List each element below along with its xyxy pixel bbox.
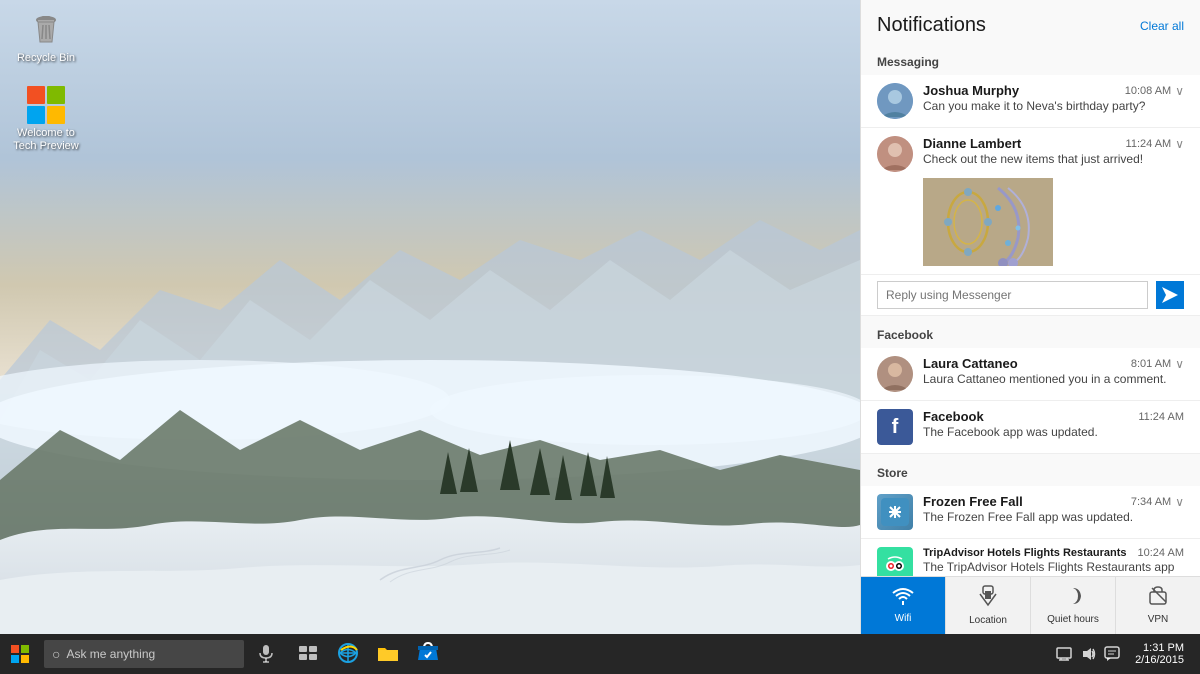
wifi-label: Wifi (895, 613, 912, 624)
quick-action-location[interactable]: Location (946, 577, 1031, 634)
notification-content-facebook: Facebook 11:24 AM The Facebook app was u… (923, 409, 1184, 439)
quick-actions: Wifi Location Quiet hours (861, 576, 1200, 634)
notification-name-joshua: Joshua Murphy (923, 83, 1019, 98)
start-button[interactable] (0, 634, 40, 674)
notification-content-dianne: Dianne Lambert 11:24 AM ∨ Check out the … (923, 136, 1184, 166)
notification-message-facebook: The Facebook app was updated. (923, 425, 1184, 439)
recycle-bin-icon (26, 10, 66, 50)
notification-image-jewelry (923, 178, 1053, 266)
tray-volume-icon[interactable] (1079, 645, 1097, 663)
avatar-joshua (877, 83, 913, 119)
tray-vm-icon[interactable] (1055, 645, 1073, 663)
search-icon: ○ (52, 646, 60, 662)
windows-logo-icon (11, 645, 29, 663)
notification-message-laura: Laura Cattaneo mentioned you in a commen… (923, 372, 1184, 386)
recycle-bin-label: Recycle Bin (17, 52, 75, 65)
facebook-section-header: Facebook (861, 320, 1200, 348)
notification-content-frozen: Frozen Free Fall 7:34 AM ∨ The Frozen Fr… (923, 494, 1184, 524)
welcome-label: Welcome toTech Preview (13, 127, 78, 153)
desktop: Recycle Bin Welcome toTech Preview (0, 0, 860, 634)
taskbar-time: 1:31 PM (1143, 642, 1184, 654)
chevron-dianne: ∨ (1175, 137, 1184, 151)
notification-name-tripadvisor: TripAdvisor Hotels Flights Restaurants (923, 547, 1127, 559)
notification-time-facebook: 11:24 AM (1138, 411, 1184, 423)
chevron-joshua: ∨ (1175, 84, 1184, 98)
notification-item-facebook[interactable]: f Facebook 11:24 AM The Facebook app was… (861, 401, 1200, 454)
chevron-frozen: ∨ (1175, 495, 1184, 509)
notification-content-joshua: Joshua Murphy 10:08 AM ∨ Can you make it… (923, 83, 1184, 113)
reply-send-button[interactable] (1156, 281, 1184, 309)
moon-icon (1063, 586, 1083, 612)
taskbar-app-ie[interactable] (328, 634, 368, 674)
tripadvisor-icon (877, 547, 913, 576)
avatar-dianne (877, 136, 913, 172)
notification-time-laura: 8:01 AM (1131, 358, 1171, 370)
facebook-icon: f (877, 409, 913, 445)
clear-all-button[interactable]: Clear all (1140, 19, 1184, 33)
location-label: Location (969, 615, 1007, 626)
taskbar-tray: 1:31 PM 2/16/2015 (1047, 642, 1200, 666)
search-text: Ask me anything (66, 647, 155, 661)
notification-time-frozen: 7:34 AM (1131, 496, 1171, 508)
reply-row (861, 275, 1200, 316)
notification-body: Messaging Joshua Murphy 10:08 AM ∨ (861, 47, 1200, 576)
desktop-icon-welcome[interactable]: Welcome toTech Preview (10, 85, 82, 153)
taskbar-app-explorer[interactable] (368, 634, 408, 674)
vpn-label: VPN (1148, 614, 1169, 625)
notification-message-frozen: The Frozen Free Fall app was updated. (923, 510, 1184, 524)
notification-content-laura: Laura Cattaneo 8:01 AM ∨ Laura Cattaneo … (923, 356, 1184, 386)
notification-item-laura[interactable]: Laura Cattaneo 8:01 AM ∨ Laura Cattaneo … (861, 348, 1200, 401)
vpn-icon (1147, 586, 1169, 612)
search-bar[interactable]: ○ Ask me anything (44, 640, 244, 668)
quick-action-wifi[interactable]: Wifi (861, 577, 946, 634)
notification-time-tripadvisor: 10:24 AM (1138, 547, 1184, 559)
store-section-header: Store (861, 458, 1200, 486)
notification-time-dianne: 11:24 AM (1126, 138, 1172, 150)
notification-name-laura: Laura Cattaneo (923, 356, 1018, 371)
notification-item-dianne[interactable]: Dianne Lambert 11:24 AM ∨ Check out the … (861, 128, 1200, 275)
quiet-hours-label: Quiet hours (1047, 614, 1099, 625)
tray-messaging-icon[interactable] (1103, 645, 1121, 663)
avatar-laura (877, 356, 913, 392)
taskbar: ○ Ask me anything (0, 634, 1200, 674)
notification-time-joshua: 10:08 AM (1125, 85, 1171, 97)
notification-name-facebook: Facebook (923, 409, 984, 424)
taskbar-date: 2/16/2015 (1135, 654, 1184, 666)
location-icon (979, 585, 997, 613)
microphone-button[interactable] (248, 634, 284, 674)
notification-message-tripadvisor: The TripAdvisor Hotels Flights Restauran… (923, 560, 1184, 574)
welcome-icon (26, 85, 66, 125)
notification-item-tripadvisor[interactable]: TripAdvisor Hotels Flights Restaurants 1… (861, 539, 1200, 576)
quick-action-vpn[interactable]: VPN (1116, 577, 1200, 634)
notification-item-dianne-top: Dianne Lambert 11:24 AM ∨ Check out the … (877, 136, 1184, 172)
notification-header: Notifications Clear all (861, 0, 1200, 47)
reply-input[interactable] (877, 281, 1148, 309)
notification-title: Notifications (877, 14, 986, 37)
chevron-laura: ∨ (1175, 357, 1184, 371)
notification-panel: Notifications Clear all Messaging Joshua… (860, 0, 1200, 634)
notification-item-joshua[interactable]: Joshua Murphy 10:08 AM ∨ Can you make it… (861, 75, 1200, 128)
taskbar-apps (284, 634, 1047, 674)
taskbar-clock[interactable]: 1:31 PM 2/16/2015 (1127, 642, 1192, 666)
notification-message-joshua: Can you make it to Neva's birthday party… (923, 99, 1184, 113)
notification-name-dianne: Dianne Lambert (923, 136, 1021, 151)
quick-action-quiet-hours[interactable]: Quiet hours (1031, 577, 1116, 634)
notification-content-tripadvisor: TripAdvisor Hotels Flights Restaurants 1… (923, 547, 1184, 574)
desktop-icon-recycle-bin[interactable]: Recycle Bin (10, 10, 82, 65)
taskbar-app-store[interactable] (408, 634, 448, 674)
frozen-icon (877, 494, 913, 530)
notification-message-dianne: Check out the new items that just arrive… (923, 152, 1184, 166)
wifi-icon (892, 587, 914, 611)
messaging-section-header: Messaging (861, 47, 1200, 75)
notification-item-frozen[interactable]: Frozen Free Fall 7:34 AM ∨ The Frozen Fr… (861, 486, 1200, 539)
notification-name-frozen: Frozen Free Fall (923, 494, 1023, 509)
taskbar-app-taskview[interactable] (288, 634, 328, 674)
